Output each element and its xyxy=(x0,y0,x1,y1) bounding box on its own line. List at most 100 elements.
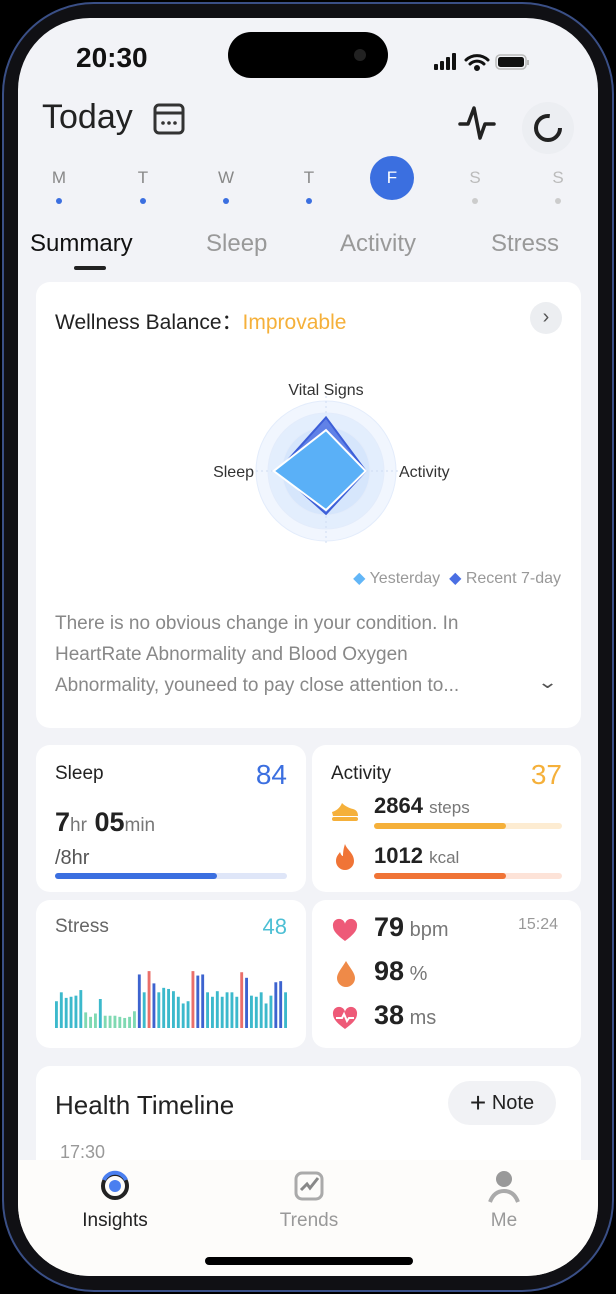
sleep-card[interactable]: Sleep 84 7hr 05min /8hr xyxy=(36,745,306,892)
stress-bar xyxy=(235,996,239,1028)
activity-card[interactable]: Activity 37 2864 steps 1012 kcal xyxy=(312,745,581,892)
dynamic-island xyxy=(228,32,388,78)
day-sat[interactable]: S xyxy=(453,168,497,204)
nav-trends[interactable]: Trends xyxy=(249,1168,369,1232)
sleep-duration: 7hr 05min xyxy=(55,807,156,837)
battery-icon xyxy=(495,54,529,70)
day-fri-selected[interactable]: F xyxy=(370,156,414,200)
diamond-icon: ◆ xyxy=(449,570,462,587)
sync-button[interactable] xyxy=(522,102,574,154)
stress-bar xyxy=(186,1001,190,1028)
stress-bar xyxy=(196,975,200,1028)
stress-bar xyxy=(211,996,214,1028)
sleep-score: 84 xyxy=(255,759,287,790)
stress-bar xyxy=(94,1013,97,1028)
stress-bar xyxy=(137,974,141,1028)
week-day-selector: M T W T F S S xyxy=(18,156,598,226)
stress-bar xyxy=(89,1016,92,1028)
blood-oxygen-drop-icon xyxy=(337,961,355,987)
tab-summary[interactable]: Summary xyxy=(30,230,133,258)
nav-me[interactable]: Me xyxy=(444,1168,564,1232)
screen: 20:30 Today M T W T F S S Summary Sleep … xyxy=(18,18,598,1276)
status-time: 20:30 xyxy=(76,42,148,73)
chevron-right-icon[interactable]: › xyxy=(530,302,562,334)
stress-bar xyxy=(172,991,175,1028)
stress-bar xyxy=(157,992,161,1028)
nav-insights[interactable]: Insights xyxy=(55,1168,175,1232)
stress-bar xyxy=(206,992,209,1028)
stress-bar xyxy=(274,982,278,1028)
stress-bar xyxy=(259,992,263,1028)
stress-bar xyxy=(103,1015,107,1028)
stress-bar xyxy=(230,992,234,1028)
add-note-button[interactable]: + Note xyxy=(448,1081,556,1125)
tab-stress[interactable]: Stress xyxy=(491,230,559,258)
stress-bar xyxy=(142,992,146,1028)
stress-card[interactable]: Stress 48 xyxy=(36,900,306,1048)
stress-bar xyxy=(74,995,78,1028)
insights-icon xyxy=(101,1170,129,1200)
stress-bar xyxy=(79,990,83,1028)
heart-rate-wave-icon[interactable] xyxy=(458,104,498,144)
timeline-title: Health Timeline xyxy=(55,1090,235,1120)
wifi-icon xyxy=(464,54,490,71)
diamond-icon: ◆ xyxy=(353,570,366,587)
plus-icon: + xyxy=(469,1087,487,1118)
stress-bar xyxy=(176,996,180,1028)
calendar-icon[interactable] xyxy=(152,102,186,136)
wellness-status: Improvable xyxy=(242,311,347,334)
stress-bar xyxy=(128,1016,131,1028)
sync-icon xyxy=(534,114,562,142)
vitals-card[interactable]: 15:24 79 bpm 98 % 38 ms xyxy=(312,900,581,1048)
stress-bar xyxy=(55,1001,58,1028)
stress-score: 48 xyxy=(262,914,287,939)
stress-bar xyxy=(191,971,195,1028)
stress-bar xyxy=(98,999,102,1028)
stress-bar xyxy=(269,995,273,1028)
stress-bar xyxy=(201,974,205,1028)
heart-rate-value: 79 bpm xyxy=(374,912,449,942)
radar-axis-label: Stress Management xyxy=(254,546,398,548)
stress-label: Stress xyxy=(55,916,109,937)
radar-axis-label: Sleep xyxy=(213,464,254,481)
tab-sleep[interactable]: Sleep xyxy=(206,230,267,258)
page-title: Today xyxy=(42,98,133,136)
activity-score: 37 xyxy=(530,759,562,790)
stress-bar xyxy=(279,981,283,1028)
stress-bar xyxy=(284,992,287,1028)
day-sun[interactable]: S xyxy=(536,168,580,204)
wellness-summary-text: There is no obvious change in your condi… xyxy=(55,613,460,696)
sleep-goal: /8hr xyxy=(55,847,90,869)
wellness-balance-card: Wellness Balance：Improvable › Vital Sign… xyxy=(36,282,581,728)
stress-bar xyxy=(225,992,229,1028)
stress-bar xyxy=(181,1003,185,1028)
radar-axis-label: Vital Signs xyxy=(288,382,363,399)
stress-bar xyxy=(220,996,224,1028)
status-icons xyxy=(434,53,529,71)
trends-chart-icon xyxy=(294,1171,324,1201)
day-thu[interactable]: T xyxy=(287,168,331,204)
sleep-progress-bar xyxy=(55,873,287,879)
flame-icon xyxy=(336,844,354,870)
stress-bar xyxy=(69,996,73,1028)
stress-bar xyxy=(64,997,68,1028)
stress-bar xyxy=(264,1003,268,1028)
heart-icon xyxy=(332,918,358,941)
stress-bar xyxy=(215,991,219,1028)
steps-progress-bar xyxy=(374,823,562,829)
stress-bar xyxy=(84,1012,88,1028)
day-tue[interactable]: T xyxy=(121,168,165,204)
day-mon[interactable]: M xyxy=(37,168,81,204)
legend-yesterday: Yesterday xyxy=(369,570,441,587)
day-wed[interactable]: W xyxy=(204,168,248,204)
activity-label: Activity xyxy=(331,763,392,784)
wellness-title: Wellness Balance：Improvable xyxy=(55,311,347,334)
radar-axis-label: Activity xyxy=(399,464,450,481)
radar-legend: ◆ Yesterday ◆ Recent 7-day xyxy=(353,568,561,588)
tab-activity[interactable]: Activity xyxy=(340,230,416,258)
shoe-icon xyxy=(332,803,358,821)
expand-chevron-icon[interactable]: ⌄ xyxy=(537,672,558,693)
hrv-heart-pulse-icon xyxy=(332,1006,358,1029)
hrv-value: 38 ms xyxy=(374,1000,437,1030)
steps-value: 2864 steps xyxy=(374,793,470,818)
